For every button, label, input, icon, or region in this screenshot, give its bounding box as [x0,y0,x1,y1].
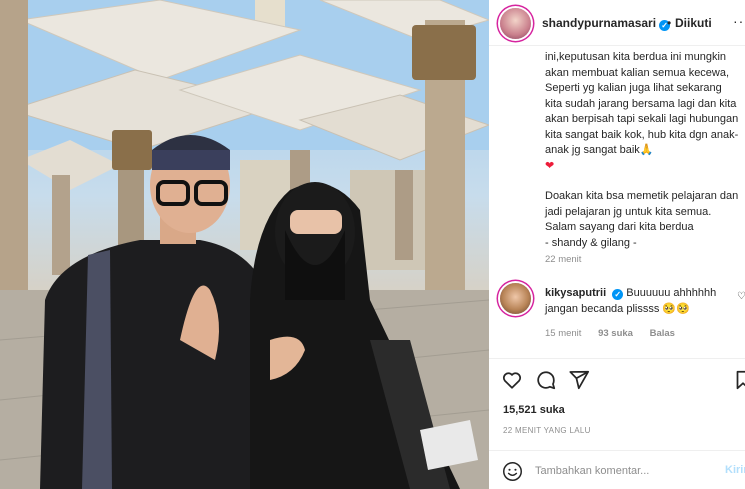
header-separator: • [667,16,672,30]
commenter-avatar[interactable] [500,283,531,314]
post-timestamp[interactable]: 22 MENIT YANG LALU [503,426,591,435]
comment-timestamp[interactable]: 15 menit [545,328,581,339]
post-actions-bar [489,366,745,394]
caption-text-block1: ini,keputusan kita berdua ini mungkin ak… [545,51,739,156]
post-side-panel: shandypurnamasari✓ • Diikuti ··· ini,kep… [489,0,745,489]
heart-icon[interactable] [501,369,523,391]
post-photo[interactable] [0,0,489,489]
post-header: shandypurnamasari✓ • Diikuti ··· [489,0,745,46]
comment-input[interactable] [535,461,715,481]
comment-meta: 15 menit 93 suka Balas [545,328,689,339]
verified-badge-icon: ✓ [612,289,624,300]
share-icon[interactable] [568,369,590,391]
comment-body: kikysaputrii ✓ Buuuuuu ahhhhhh jangan be… [545,286,735,317]
caption-text-block2: Doakan kita bsa memetik pelajaran dan ja… [545,190,739,233]
commenter-username[interactable]: kikysaputrii [545,287,606,299]
post-comment-button[interactable]: Kirim [725,464,745,476]
comment-like-heart-icon[interactable]: ♡ [737,291,745,302]
heart-emoji: ❤ [545,159,555,172]
author-avatar[interactable] [500,8,531,39]
bookmark-icon[interactable] [732,369,745,391]
reply-button[interactable]: Balas [650,328,675,339]
more-options-icon[interactable]: ··· [733,13,745,29]
author-username[interactable]: shandypurnamasari ✓ [542,16,671,31]
likes-count[interactable]: 15,521 suka [503,404,565,416]
post-caption: ini,keputusan kita berdua ini mungkin ak… [545,50,741,251]
follow-status-button[interactable]: Diikuti [675,16,712,30]
caption-timestamp[interactable]: 22 menit [545,254,581,265]
add-comment-bar: Kirim [489,450,745,489]
author-username-text[interactable]: shandypurnamasari [542,16,656,30]
emoji-icon[interactable] [502,461,523,482]
comment-likes[interactable]: 93 suka [598,328,633,339]
comment-icon[interactable] [535,369,557,391]
actions-divider [489,358,745,359]
photo-illustration [0,0,489,489]
caption-signature: - shandy & gilang - [545,236,637,249]
